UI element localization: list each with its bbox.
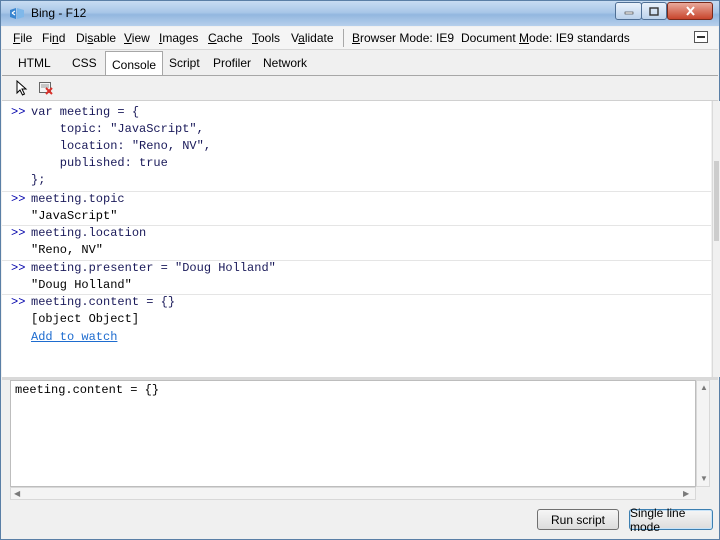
menu-document-mode[interactable]: Document Mode: IE9 standards: [461, 31, 630, 45]
window-title: Bing - F12: [31, 6, 87, 20]
maximize-button[interactable]: [641, 2, 667, 20]
run-script-button[interactable]: Run script: [537, 509, 619, 530]
console-input-line: meeting.presenter = "Doug Holland": [31, 261, 276, 275]
console-entry: >> meeting.content = {} [object Object] …: [2, 294, 711, 355]
close-icon: [685, 6, 695, 16]
console-prompt: >>: [11, 226, 26, 240]
console-input-line: };: [31, 173, 46, 187]
select-element-icon[interactable]: [14, 80, 30, 96]
tab-bar: HTML CSS Console Script Profiler Network: [2, 50, 718, 76]
scroll-down-icon[interactable]: ▼: [700, 475, 708, 483]
scrollbar-thumb[interactable]: [714, 161, 719, 241]
input-vertical-scrollbar[interactable]: ▲ ▼: [696, 380, 710, 487]
console-input-line: published: true: [31, 156, 168, 170]
menu-file[interactable]: File: [13, 31, 32, 45]
script-input[interactable]: meeting.content = {}: [10, 380, 696, 487]
console-input-line: meeting.topic: [31, 192, 125, 206]
console-prompt: >>: [11, 261, 26, 275]
console-input-line: location: "Reno, NV",: [31, 139, 212, 153]
menu-validate[interactable]: Validate: [291, 31, 334, 45]
f12-tools-icon: [10, 8, 24, 19]
menu-find[interactable]: Find: [42, 31, 65, 45]
console-prompt: >>: [11, 192, 26, 206]
console-output[interactable]: >> var meeting = { topic: "JavaScript", …: [2, 101, 711, 377]
console-prompt: >>: [11, 105, 26, 119]
console-input-line: var meeting = {: [31, 105, 140, 119]
console-bottom-bar: Run script Single line mode: [2, 501, 718, 539]
console-entry: >> meeting.location "Reno, NV": [2, 225, 711, 260]
console-result: [object Object]: [31, 312, 140, 326]
console-result: "JavaScript": [31, 209, 118, 223]
console-result: "Reno, NV": [31, 243, 104, 257]
console-input-line: topic: "JavaScript",: [31, 122, 204, 136]
clear-console-icon[interactable]: [38, 80, 54, 96]
console-input-line: meeting.content = {}: [31, 295, 176, 309]
menu-disable[interactable]: Disable: [76, 31, 116, 45]
close-button[interactable]: [667, 2, 713, 20]
console-scrollbar[interactable]: [712, 101, 720, 377]
menu-view[interactable]: View: [124, 31, 150, 45]
scroll-up-icon[interactable]: ▲: [700, 384, 708, 392]
menu-images[interactable]: Images: [159, 31, 198, 45]
add-to-watch-link[interactable]: Add to watch: [31, 330, 117, 344]
tab-css[interactable]: CSS: [72, 56, 97, 70]
console-result: "Doug Holland": [31, 278, 132, 292]
tab-script[interactable]: Script: [169, 56, 200, 70]
scroll-left-icon[interactable]: ◀: [14, 490, 20, 498]
devtools-window: Bing - F12 File Find Disable View Images…: [0, 0, 720, 540]
tab-console[interactable]: Console: [105, 51, 164, 75]
minimize-button[interactable]: [615, 2, 642, 20]
maximize-icon: [649, 6, 659, 16]
menu-browser-mode[interactable]: Browser Mode: IE9: [352, 31, 454, 45]
console-input-line: meeting.location: [31, 226, 147, 240]
console-entry: >> meeting.topic "JavaScript": [2, 191, 711, 226]
menu-cache[interactable]: Cache: [208, 31, 243, 45]
menu-separator: [343, 29, 344, 47]
tab-profiler[interactable]: Profiler: [213, 56, 251, 70]
tab-network[interactable]: Network: [263, 56, 307, 70]
console-prompt: >>: [11, 295, 26, 309]
single-line-mode-button[interactable]: Single line mode: [629, 506, 713, 534]
console-entry: >> var meeting = { topic: "JavaScript", …: [2, 101, 711, 193]
menu-bar: File Find Disable View Images Cache Tool…: [2, 27, 718, 50]
tab-html[interactable]: HTML: [18, 56, 51, 70]
collapse-panel-button[interactable]: [694, 31, 708, 43]
input-horizontal-scrollbar[interactable]: ◀ ▶: [10, 487, 696, 500]
console-entry: >> meeting.presenter = "Doug Holland" "D…: [2, 260, 711, 295]
title-bar[interactable]: Bing - F12: [1, 1, 719, 26]
minimize-icon: [624, 11, 633, 15]
menu-tools[interactable]: Tools: [252, 31, 280, 45]
console-toolbar: [2, 76, 718, 101]
scroll-right-icon[interactable]: ▶: [683, 490, 689, 498]
